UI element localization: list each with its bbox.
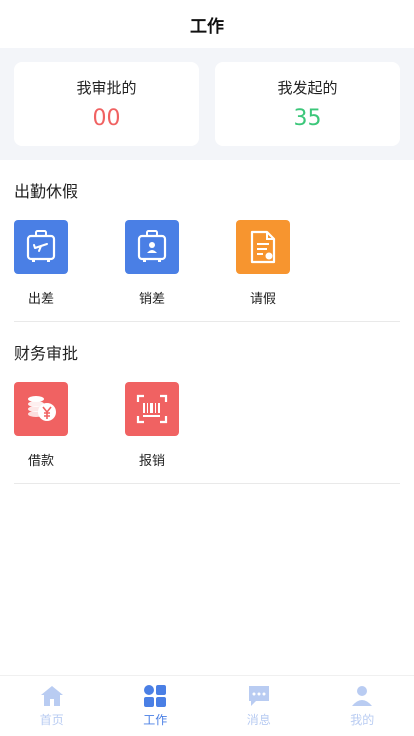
grid-item-business-trip[interactable]: 出差 [14,220,125,307]
tab-label: 我的 [350,713,375,727]
grid-item-loan[interactable]: 借款 [14,382,125,469]
message-icon [247,684,271,708]
apps-grid-icon [143,684,167,708]
stat-label: 我审批的 [76,79,137,97]
grid-item-leave[interactable]: 请假 [236,220,347,307]
grid-item-label: 报销 [138,454,165,469]
tab-label: 消息 [246,713,271,727]
stats-area: 我审批的 00 我发起的 35 [0,48,414,160]
coins-yen-icon [14,382,68,436]
user-icon [350,684,374,708]
section-attendance: 出勤休假 出差 销差 请假 [14,160,400,321]
page-title: 工作 [190,16,224,37]
tab-home[interactable]: 首页 [0,676,104,736]
section-title: 财务审批 [14,344,79,363]
suitcase-person-icon [125,220,179,274]
tab-profile[interactable]: 我的 [311,676,414,736]
grid-item-reimbursement[interactable]: 报销 [125,382,236,469]
section-finance: 财务审批 借款 报销 [14,322,400,483]
stat-value: 00 [92,106,121,131]
grid-item-label: 请假 [249,292,276,307]
suitcase-plane-icon [14,220,68,274]
grid-item-trip-cancel[interactable]: 销差 [125,220,236,307]
page-header: 工作 [0,0,414,48]
stat-label: 我发起的 [277,79,338,97]
tab-label: 工作 [143,713,168,727]
tab-messages[interactable]: 消息 [207,676,311,736]
section-title: 出勤休假 [14,182,79,201]
tab-work[interactable]: 工作 [104,676,208,736]
section-divider [14,483,400,484]
grid-item-label: 销差 [138,292,165,307]
tab-label: 首页 [39,713,64,727]
grid-item-label: 出差 [27,292,54,307]
bottom-tab-bar: 首页 工作 消息 我的 [0,675,414,736]
stat-value: 35 [293,106,322,131]
stat-card-my-initiated[interactable]: 我发起的 35 [215,62,400,146]
stat-card-my-approvals[interactable]: 我审批的 00 [14,62,199,146]
grid-item-label: 借款 [27,454,54,469]
receipt-scan-icon [125,382,179,436]
home-icon [40,684,64,708]
leave-document-icon [236,220,290,274]
